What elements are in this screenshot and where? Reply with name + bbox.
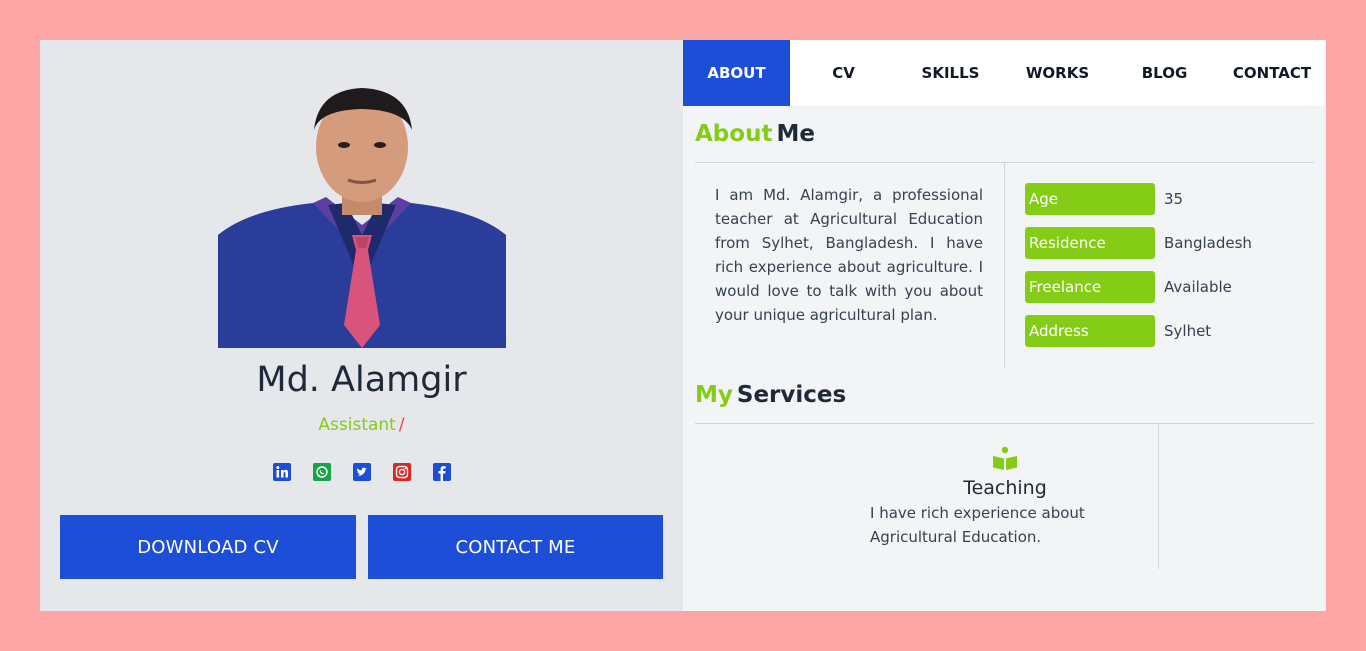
content-panel: ABOUT CV SKILLS WORKS BLOG CONTACT About… [683,40,1326,611]
whatsapp-icon[interactable] [313,463,331,481]
info-label: Age [1025,183,1155,215]
personal-info: Age 35 Residence Bangladesh Freelance Av… [1025,183,1252,359]
about-heading-rest: Me [776,121,815,147]
service-title: Teaching [963,477,1047,499]
instagram-icon[interactable] [393,463,411,481]
resume-card: Md. Alamgir Assistant / DOWNLOAD CV CONTA… [40,40,1326,611]
info-row-residence: Residence Bangladesh [1025,227,1252,259]
info-label: Freelance [1025,271,1155,303]
info-value: Available [1164,278,1232,296]
about-description: I am Md. Alamgir, a professional teacher… [715,186,983,324]
tab-skills[interactable]: SKILLS [897,40,1004,106]
info-value: Sylhet [1164,322,1212,340]
twitter-icon[interactable] [353,463,371,481]
tab-cv[interactable]: CV [790,40,897,106]
info-label: Address [1025,315,1155,347]
service-description: I have rich experience about Agricultura… [870,504,1085,546]
about-heading: About Me [695,121,815,147]
typing-cursor: / [398,415,405,435]
linkedin-icon[interactable] [273,463,291,481]
services-heading: My Services [695,382,846,408]
profile-role: Assistant / [40,415,683,435]
facebook-icon[interactable] [433,463,451,481]
info-value: Bangladesh [1164,234,1252,252]
tab-works[interactable]: WORKS [1004,40,1111,106]
divider [1158,424,1159,569]
divider [1004,163,1005,368]
services-heading-accent: My [695,382,733,408]
service-item-teaching: Teaching I have rich experience about Ag… [870,445,1140,549]
tab-contact[interactable]: CONTACT [1218,40,1326,106]
download-cv-button[interactable]: DOWNLOAD CV [60,515,356,579]
info-row-address: Address Sylhet [1025,315,1252,347]
book-reader-icon [992,445,1018,471]
info-row-freelance: Freelance Available [1025,271,1252,303]
services-heading-rest: Services [736,382,847,408]
social-links [273,463,451,481]
info-row-age: Age 35 [1025,183,1252,215]
contact-me-button[interactable]: CONTACT ME [368,515,663,579]
profile-name: Md. Alamgir [256,360,467,400]
profile-photo [218,85,506,348]
role-text: Assistant [318,415,396,435]
divider [695,423,1314,424]
about-heading-accent: About [695,121,773,147]
tab-blog[interactable]: BLOG [1111,40,1218,106]
info-label: Residence [1025,227,1155,259]
tab-about[interactable]: ABOUT [683,40,790,106]
info-value: 35 [1164,190,1184,208]
profile-panel: Md. Alamgir Assistant / DOWNLOAD CV CONTA… [40,40,683,611]
main-nav: ABOUT CV SKILLS WORKS BLOG CONTACT [683,40,1326,106]
